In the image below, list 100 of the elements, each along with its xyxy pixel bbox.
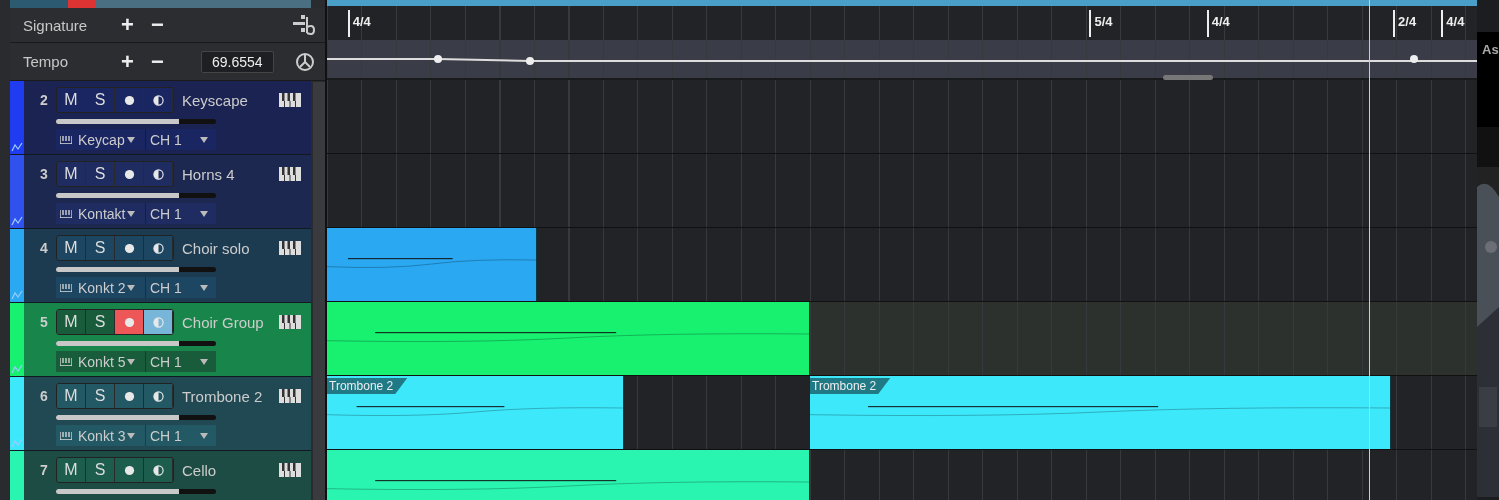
clock-icon[interactable] — [295, 51, 315, 72]
track-number: 7 — [40, 462, 49, 478]
track-number: 4 — [40, 240, 49, 256]
automation-icon[interactable] — [11, 142, 23, 152]
solo-button[interactable]: S — [86, 458, 115, 482]
instrument-dropdown[interactable]: Konkt 3 — [56, 425, 146, 446]
clip[interactable]: Trombone 2 — [327, 376, 624, 449]
record-button[interactable] — [115, 458, 144, 482]
track-number: 6 — [40, 388, 49, 404]
solo-button[interactable]: S — [86, 236, 115, 260]
record-button[interactable] — [115, 88, 144, 112]
track-header[interactable]: 3 M S Horns 4 Kontakt CH 1 — [10, 155, 311, 229]
track-header[interactable]: 7 M S Cello — [10, 451, 311, 500]
track-number: 2 — [40, 92, 49, 108]
mute-button[interactable]: M — [57, 162, 86, 186]
tempo-field[interactable]: 69.6554 — [201, 50, 274, 73]
clip-label: Trombone 2 — [810, 378, 891, 394]
clip[interactable]: Trombone 2 — [810, 376, 1392, 449]
caret-icon — [200, 136, 208, 143]
channel-dropdown[interactable]: CH 1 — [146, 425, 216, 446]
mute-button[interactable]: M — [57, 458, 86, 482]
volume-slider[interactable] — [56, 119, 216, 124]
caret-icon — [200, 284, 208, 291]
panel-title: As — [1477, 32, 1499, 127]
monitor-button[interactable] — [144, 458, 173, 482]
volume-slider[interactable] — [56, 489, 216, 494]
monitor-button[interactable] — [144, 162, 173, 186]
track-name[interactable]: Choir solo — [182, 239, 250, 257]
volume-slider[interactable] — [56, 341, 216, 346]
record-icon — [123, 168, 135, 180]
track-name[interactable]: Cello — [182, 461, 217, 479]
piano-keys-icon — [60, 357, 72, 366]
remove-button[interactable]: − — [151, 14, 181, 36]
record-button[interactable] — [115, 384, 144, 408]
scrollbar[interactable] — [313, 82, 325, 500]
half-circle-icon — [152, 242, 164, 254]
solo-button[interactable]: S — [86, 384, 115, 408]
add-button[interactable]: + — [121, 14, 151, 36]
record-icon — [123, 390, 135, 402]
record-button[interactable] — [115, 310, 144, 334]
track-header[interactable]: 2 M S Keyscape Keycap CH 1 — [10, 81, 311, 155]
track-name[interactable]: Trombone 2 — [182, 387, 263, 405]
half-circle-icon — [152, 316, 164, 328]
solo-button[interactable]: S — [86, 162, 115, 186]
volume-slider[interactable] — [56, 193, 216, 198]
track-header[interactable]: 6 M S Trombone 2 Konkt 3 CH 1 — [10, 377, 311, 451]
piano-keys-icon — [60, 135, 72, 144]
track-name[interactable]: Horns 4 — [182, 165, 235, 183]
record-icon — [123, 316, 135, 328]
track-lane[interactable]: Trombone 2 Trombone 2 — [327, 376, 1477, 450]
instrument-dropdown[interactable]: Konkt 5 — [56, 351, 146, 372]
piano-keys-icon — [60, 283, 72, 292]
monitor-button[interactable] — [144, 384, 173, 408]
record-icon — [123, 242, 135, 254]
channel-dropdown[interactable]: CH 1 — [146, 203, 216, 224]
track-lane[interactable] — [327, 154, 1477, 228]
clip[interactable] — [327, 228, 538, 301]
track-header[interactable]: 5 M S Choir Group Konkt 5 CH 1 — [10, 303, 311, 377]
caret-icon — [127, 284, 136, 291]
monitor-button[interactable] — [144, 236, 173, 260]
monitor-button[interactable] — [144, 310, 173, 334]
half-circle-icon — [152, 390, 164, 402]
channel-dropdown[interactable]: CH 1 — [146, 129, 216, 150]
half-circle-icon — [152, 168, 164, 180]
mute-button[interactable]: M — [57, 88, 86, 112]
piano-keys-icon — [60, 431, 72, 440]
remove-button[interactable]: − — [151, 50, 181, 73]
caret-icon — [126, 136, 135, 143]
instrument-dropdown[interactable]: Konkt 2 — [56, 277, 146, 298]
track-lane[interactable] — [327, 228, 1477, 302]
solo-button[interactable]: S — [86, 88, 115, 112]
track-header[interactable]: 4 M S Choir solo Konkt 2 CH 1 — [10, 229, 311, 303]
global-track-label: Signature — [23, 16, 89, 34]
clip[interactable] — [327, 302, 810, 375]
solo-button[interactable]: S — [86, 310, 115, 334]
caret-icon — [127, 432, 136, 439]
volume-slider[interactable] — [56, 415, 216, 420]
mute-button[interactable]: M — [57, 236, 86, 260]
global-track-label: Tempo — [23, 53, 70, 70]
piano-keys-icon — [60, 209, 72, 218]
record-button[interactable] — [115, 236, 144, 260]
record-button[interactable] — [115, 162, 144, 186]
channel-dropdown[interactable]: CH 1 — [146, 351, 216, 372]
instrument-dropdown[interactable]: Kontakt — [56, 203, 146, 224]
add-button[interactable]: + — [121, 50, 151, 73]
automation-icon[interactable] — [11, 216, 23, 226]
mute-button[interactable]: M — [57, 384, 86, 408]
track-lane[interactable] — [327, 302, 1477, 376]
mute-button[interactable]: M — [57, 310, 86, 334]
caret-icon — [200, 358, 208, 365]
instrument-dropdown[interactable]: Keycap — [56, 129, 146, 150]
half-circle-icon — [152, 464, 164, 476]
scrollbar-handle[interactable] — [1163, 75, 1213, 80]
channel-dropdown[interactable]: CH 1 — [146, 277, 216, 298]
signature-icon[interactable] — [293, 15, 315, 35]
caret-icon — [127, 358, 136, 365]
track-lane[interactable] — [327, 80, 1477, 154]
volume-slider[interactable] — [56, 267, 216, 272]
track-name[interactable]: Keyscape — [182, 91, 248, 109]
monitor-button[interactable] — [144, 88, 173, 112]
